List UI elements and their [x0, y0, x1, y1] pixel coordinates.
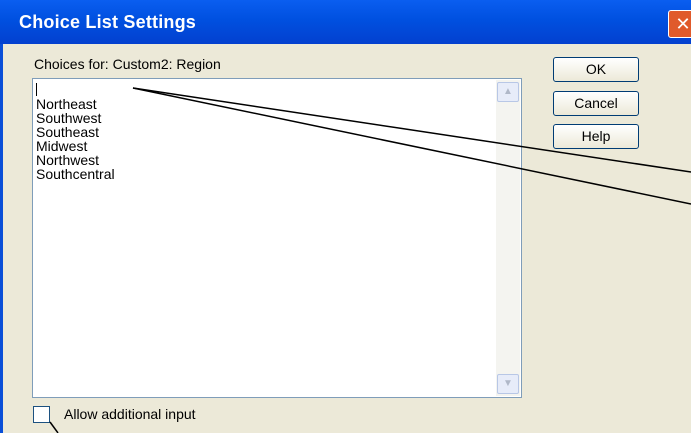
- chevron-up-icon: ▲: [503, 86, 513, 97]
- text-cursor: [36, 83, 37, 96]
- list-item[interactable]: Southcentral: [36, 167, 115, 181]
- scroll-down-button[interactable]: ▼: [497, 374, 519, 394]
- chevron-down-icon: ▼: [503, 378, 513, 389]
- close-button[interactable]: ✕: [668, 10, 691, 38]
- allow-additional-input-checkbox[interactable]: [33, 406, 50, 423]
- help-button[interactable]: Help: [553, 124, 639, 149]
- list-item[interactable]: Northwest: [36, 153, 115, 167]
- close-icon: ✕: [675, 14, 691, 34]
- choices-label: Choices for: Custom2: Region: [34, 56, 221, 72]
- list-item[interactable]: Southwest: [36, 111, 115, 125]
- allow-additional-input-label[interactable]: Allow additional input: [64, 406, 196, 422]
- callout-line: [49, 421, 59, 433]
- choices-listbox[interactable]: Northeast Southwest Southeast Midwest Northw…: [32, 78, 522, 398]
- title-bar: Choice List Settings ✕: [0, 0, 691, 44]
- scroll-up-button[interactable]: ▲: [497, 82, 519, 102]
- window-title: Choice List Settings: [19, 12, 197, 32]
- vertical-scrollbar[interactable]: ▲ ▼: [496, 80, 520, 396]
- ok-button[interactable]: OK: [553, 57, 639, 82]
- list-item[interactable]: Southeast: [36, 125, 115, 139]
- cancel-button[interactable]: Cancel: [553, 91, 639, 116]
- list-item[interactable]: Midwest: [36, 139, 115, 153]
- choice-list: Northeast Southwest Southeast Midwest Northw…: [36, 97, 115, 181]
- list-item[interactable]: Northeast: [36, 97, 115, 111]
- window-frame: [0, 44, 3, 433]
